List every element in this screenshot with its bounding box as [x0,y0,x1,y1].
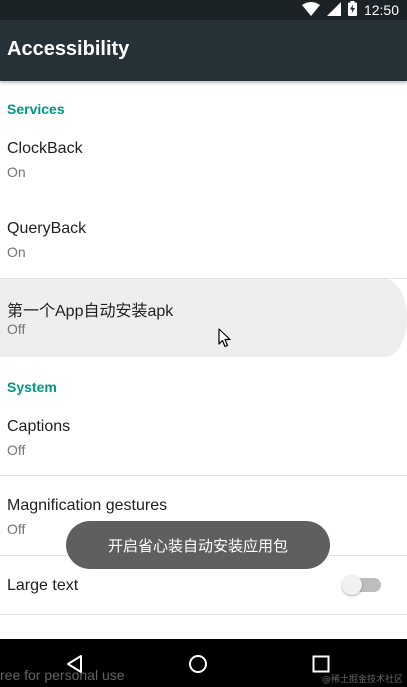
list-item-summary: Off [7,442,26,458]
app-bar: Accessibility [0,20,407,81]
list-item-summary: Off [7,521,26,537]
list-item-queryback[interactable]: QueryBack On [0,202,407,279]
status-bar: 12:50 [0,0,407,20]
mouse-pointer-icon [218,328,232,348]
list-item-summary: On [7,244,26,260]
status-icons: 12:50 [301,0,399,20]
list-item-title: Large text [7,577,79,594]
watermark-left: ree for personal use [0,667,125,683]
list-item-summary: On [7,164,26,180]
wifi-icon [301,1,320,20]
watermark-right: @稀土掘金技术社区 [321,675,403,685]
section-header-system: System [7,379,57,395]
list-item-auto-install-apk[interactable]: 第一个App自动安装apk Off [0,279,407,357]
list-item-title: Magnification gestures [7,497,168,514]
section-header-services: Services [7,101,65,117]
list-item-clockback[interactable]: ClockBack On [0,122,407,200]
switch-thumb [342,575,362,595]
list-item-summary: Off [7,321,26,337]
battery-icon [347,0,357,20]
home-icon[interactable] [187,653,209,675]
list-item-captions[interactable]: Captions Off [0,399,407,476]
list-item-title: ClockBack [7,140,83,157]
signal-icon [326,1,341,20]
toast-message: 开启省心装自动安装应用包 [66,521,330,569]
large-text-switch[interactable] [342,575,381,595]
list-item-title: 第一个App自动安装apk [7,303,174,320]
status-time: 12:50 [363,2,399,18]
page-title: Accessibility [7,38,130,60]
list-item-title: Captions [7,418,71,435]
list-item-title: QueryBack [7,220,87,237]
